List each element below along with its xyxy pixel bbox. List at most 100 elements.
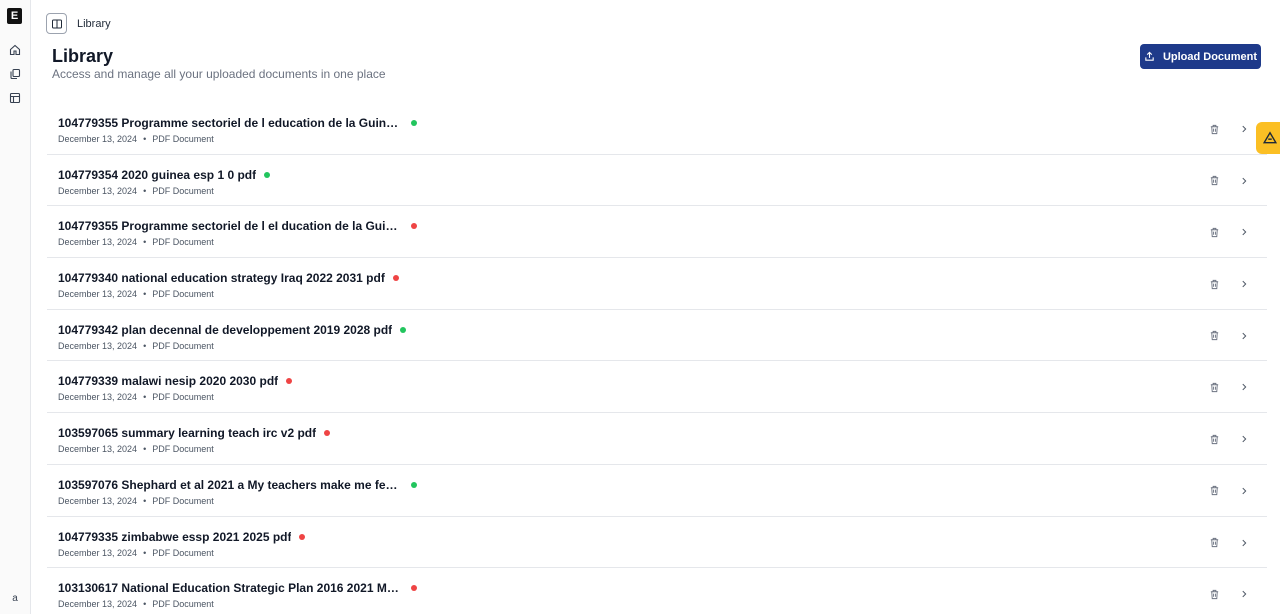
document-row[interactable]: 104779340 national education strategy Ir…: [47, 258, 1267, 310]
chevron-right-icon[interactable]: [1237, 277, 1251, 291]
document-meta: December 13, 2024 • PDF Document: [58, 599, 214, 609]
document-date: December 13, 2024: [58, 444, 138, 455]
chevron-right-icon[interactable]: [1237, 432, 1251, 446]
delete-icon[interactable]: [1207, 536, 1221, 550]
document-name[interactable]: 103597065 summary learning teach irc v2 …: [58, 426, 316, 440]
document-meta: December 13, 2024 • PDF Document: [58, 186, 214, 196]
meta-separator: •: [143, 340, 147, 351]
meta-separator: •: [143, 134, 147, 144]
document-row[interactable]: 104779354 2020 guinea esp 1 0 pdf Decembe…: [47, 155, 1267, 207]
meta-separator: •: [143, 237, 147, 248]
meta-separator: •: [143, 392, 147, 403]
document-type: PDF Document: [152, 134, 214, 144]
status-dot: [411, 223, 417, 230]
document-date: December 13, 2024: [58, 599, 138, 610]
document-row[interactable]: 104779355 Programme sectoriel de l educa…: [47, 103, 1267, 155]
document-date: December 13, 2024: [58, 237, 138, 248]
chevron-right-icon[interactable]: [1237, 536, 1251, 550]
document-name[interactable]: 104779355 Programme sectoriel de l eI du…: [58, 219, 403, 233]
document-title-line: 104779355 Programme sectoriel de l eI du…: [58, 219, 417, 233]
layout-icon[interactable]: [8, 91, 22, 105]
documents-icon[interactable]: [8, 67, 22, 81]
document-name[interactable]: 104779354 2020 guinea esp 1 0 pdf: [58, 168, 256, 182]
delete-icon[interactable]: [1207, 122, 1221, 136]
user-avatar[interactable]: a: [4, 592, 26, 606]
sidebar: E a: [0, 0, 31, 614]
delete-icon[interactable]: [1207, 587, 1221, 601]
meta-separator: •: [143, 185, 147, 196]
chevron-right-icon[interactable]: [1237, 174, 1251, 188]
delete-icon[interactable]: [1207, 432, 1221, 446]
document-title-line: 104779354 2020 guinea esp 1 0 pdf: [58, 168, 271, 182]
warning-icon: [1263, 131, 1277, 144]
page-title: Library: [52, 46, 114, 66]
document-row[interactable]: 104779339 malawi nesip 2020 2030 pdf Dece…: [47, 361, 1267, 414]
document-date: December 13, 2024: [58, 547, 138, 558]
document-row[interactable]: 104779355 Programme sectoriel de l eI du…: [47, 206, 1267, 259]
status-dot: [411, 481, 417, 488]
status-dot: [392, 275, 399, 282]
document-date: December 13, 2024: [58, 185, 138, 196]
document-row[interactable]: 103597076 Shephard et al 2021 a My teach…: [47, 465, 1267, 517]
floating-assistant-widget[interactable]: [1256, 122, 1280, 154]
document-type: PDF Document: [152, 444, 214, 455]
status-dot: [411, 585, 417, 592]
document-type: PDF Document: [152, 547, 214, 558]
upload-button-label: Upload Document: [1162, 50, 1258, 63]
sidebar-toggle-button[interactable]: [46, 13, 67, 34]
document-meta: December 13, 2024 • PDF Document: [58, 548, 214, 558]
document-type: PDF Document: [152, 599, 214, 610]
document-type: PDF Document: [152, 237, 214, 248]
home-icon[interactable]: [8, 43, 22, 57]
document-row[interactable]: 103597065 summary learning teach irc v2 …: [47, 413, 1267, 465]
document-title-line: 104779342 plan decennal de developpement…: [58, 323, 407, 337]
document-row[interactable]: 104779335 zimbabwe essp 2021 2025 pdf Dec…: [47, 517, 1267, 569]
status-dot: [264, 171, 271, 178]
document-date: December 13, 2024: [58, 134, 138, 144]
meta-separator: •: [143, 495, 147, 506]
document-type: PDF Document: [152, 392, 214, 403]
chevron-right-icon[interactable]: [1237, 380, 1251, 394]
delete-icon[interactable]: [1207, 225, 1221, 239]
delete-icon[interactable]: [1207, 380, 1221, 394]
document-name[interactable]: 104779340 national education strategy Ir…: [58, 271, 385, 285]
delete-icon[interactable]: [1207, 277, 1221, 291]
document-meta: December 13, 2024 • PDF Document: [58, 237, 214, 247]
meta-separator: •: [143, 547, 147, 558]
status-dot: [400, 326, 407, 333]
document-name[interactable]: 103597076 Shephard et al 2021 a My teach…: [58, 478, 403, 492]
meta-separator: •: [143, 599, 147, 610]
document-name[interactable]: 104779335 zimbabwe essp 2021 2025 pdf: [58, 530, 291, 544]
breadcrumb[interactable]: Library: [77, 18, 111, 30]
document-date: December 13, 2024: [58, 289, 138, 300]
document-name[interactable]: 104779342 plan decennal de developpement…: [58, 323, 392, 337]
document-name[interactable]: 104779339 malawi nesip 2020 2030 pdf: [58, 374, 278, 388]
chevron-right-icon[interactable]: [1237, 122, 1251, 136]
delete-icon[interactable]: [1207, 174, 1221, 188]
document-meta: December 13, 2024 • PDF Document: [58, 134, 214, 144]
document-date: December 13, 2024: [58, 392, 138, 403]
document-name[interactable]: 104779355 Programme sectoriel de l educa…: [58, 116, 403, 130]
document-name[interactable]: 103130617 National Education Strategic P…: [58, 581, 403, 595]
document-meta: December 13, 2024 • PDF Document: [58, 289, 214, 299]
chevron-right-icon[interactable]: [1237, 587, 1251, 601]
status-dot: [286, 378, 293, 385]
document-type: PDF Document: [152, 340, 214, 351]
page-subtitle: Access and manage all your uploaded docu…: [52, 67, 386, 81]
app-logo[interactable]: E: [7, 8, 22, 24]
chevron-right-icon[interactable]: [1237, 484, 1251, 498]
document-row[interactable]: 103130617 National Education Strategic P…: [47, 568, 1267, 614]
meta-separator: •: [143, 289, 147, 300]
upload-document-button[interactable]: Upload Document: [1140, 44, 1261, 69]
chevron-right-icon[interactable]: [1237, 329, 1251, 343]
document-type: PDF Document: [152, 289, 214, 300]
document-title-line: 103597065 summary learning teach irc v2 …: [58, 426, 331, 440]
document-title-line: 104779335 zimbabwe essp 2021 2025 pdf: [58, 530, 306, 544]
delete-icon[interactable]: [1207, 484, 1221, 498]
document-meta: December 13, 2024 • PDF Document: [58, 496, 214, 506]
delete-icon[interactable]: [1207, 329, 1221, 343]
chevron-right-icon[interactable]: [1237, 225, 1251, 239]
meta-separator: •: [143, 444, 147, 455]
document-row[interactable]: 104779342 plan decennal de developpement…: [47, 310, 1267, 362]
upload-icon: [1145, 51, 1154, 61]
